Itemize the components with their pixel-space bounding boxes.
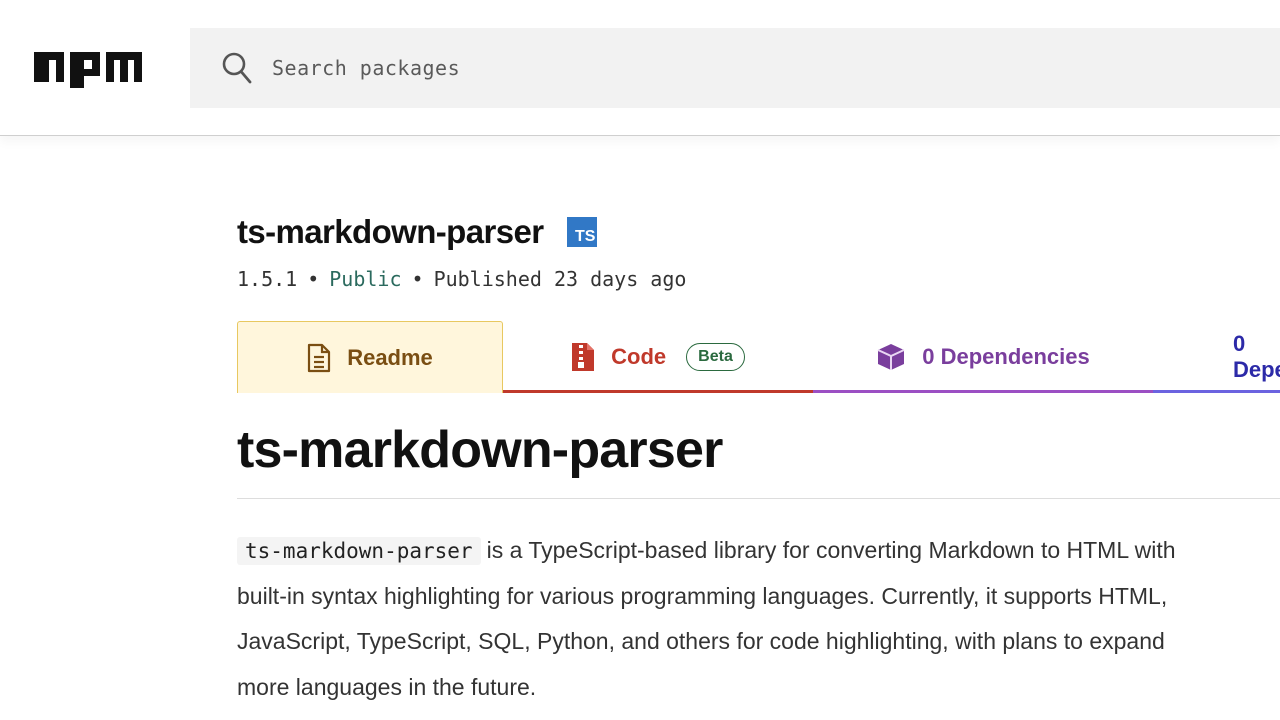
package-title-row: ts-markdown-parser TS [237, 208, 598, 256]
package-published: Published 23 days ago [433, 267, 687, 291]
search-icon [222, 52, 252, 84]
inline-code: ts-markdown-parser [237, 537, 481, 565]
meta-separator: • [411, 267, 424, 291]
readme-line: more languages in the future. [237, 673, 537, 700]
tab-code[interactable]: Code Beta [503, 321, 813, 393]
package-visibility: Public [329, 267, 402, 291]
npm-logo[interactable] [34, 52, 142, 88]
document-icon [308, 343, 331, 372]
tab-dependents[interactable]: 0 Dependents [1153, 321, 1280, 393]
search-input[interactable] [272, 48, 1252, 88]
tab-dependencies[interactable]: 0 Dependencies [813, 321, 1153, 393]
readme-line: JavaScript, TypeScript, SQL, Python, and… [237, 628, 1165, 654]
readme-line-text: is a TypeScript-based library for conver… [486, 537, 1176, 563]
tab-readme-label: Readme [347, 344, 433, 370]
tab-dependencies-label: 0 Dependencies [922, 344, 1090, 369]
readme-paragraph: ts-markdown-parser is a TypeScript-based … [237, 528, 1280, 710]
beta-badge: Beta [686, 343, 745, 371]
zip-file-icon [572, 343, 595, 371]
readme-line: built-in syntax highlighting for various… [237, 582, 1168, 609]
tab-dependents-label: 0 Dependents [1233, 331, 1280, 382]
tab-readme[interactable]: Readme [237, 321, 503, 393]
package-version: 1.5.1 [237, 267, 298, 291]
typescript-types-badge[interactable]: TS [567, 217, 598, 247]
package-tabs: Readme Code Beta 0 Dependencies 0 Depend… [237, 321, 1280, 393]
tab-code-underline [503, 390, 813, 393]
box-icon [877, 344, 905, 370]
readme-divider [237, 498, 1280, 499]
readme-line: ts-markdown-parser is a TypeScript-based … [237, 528, 1280, 574]
meta-separator: • [307, 267, 320, 291]
package-meta: 1.5.1 • Public • Published 23 days ago [237, 267, 686, 291]
search-bar [190, 28, 1280, 108]
package-name: ts-markdown-parser [237, 213, 544, 250]
tab-code-label: Code [611, 344, 667, 369]
tab-dependencies-underline [813, 390, 1153, 393]
readme-title: ts-markdown-parser [237, 421, 723, 479]
tab-dependents-underline [1153, 390, 1280, 393]
site-header [0, 0, 1280, 136]
